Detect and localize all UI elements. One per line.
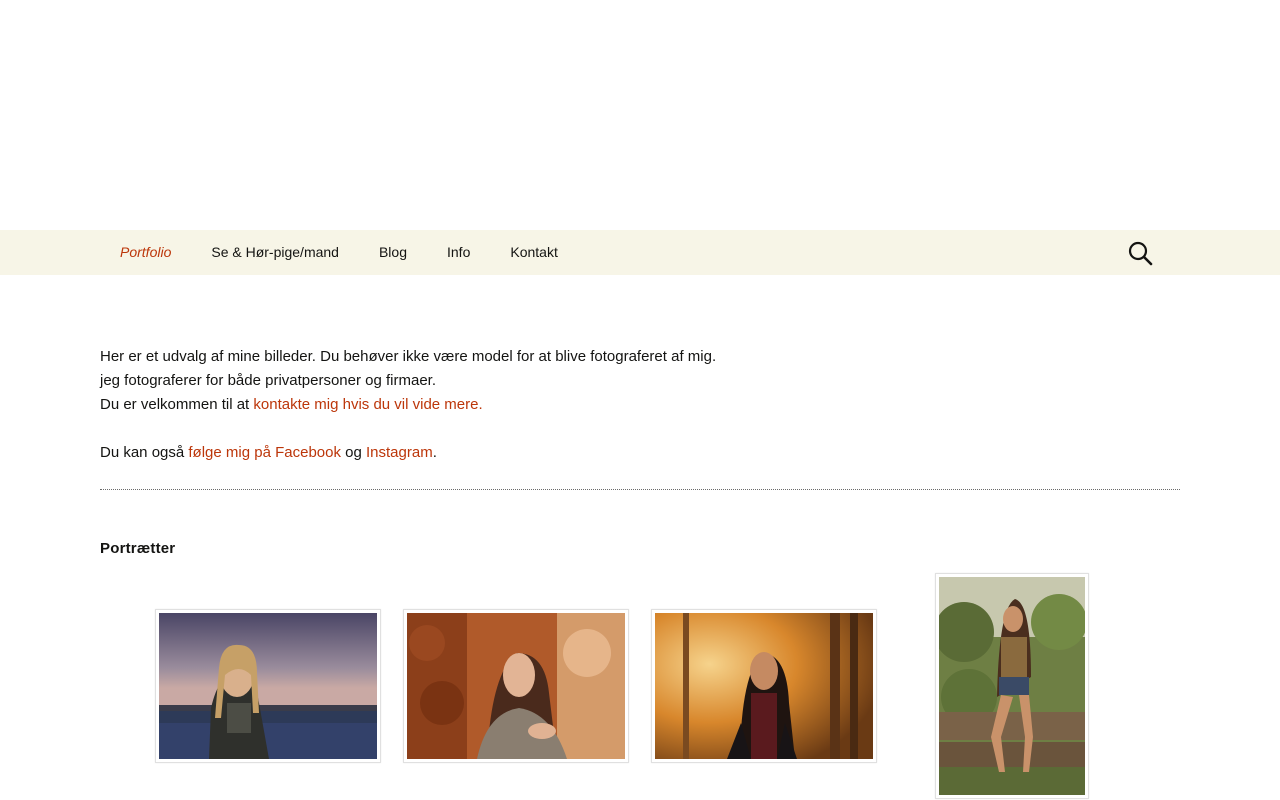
portrait-photo [939,577,1085,795]
search-icon [1128,241,1153,266]
page-content: Her er et udvalg af mine billeder. Du be… [100,345,1180,489]
portrait-photo [655,613,873,759]
intro-text: Her er et udvalg af mine billeder. Du be… [100,345,1180,465]
portrait-photo [407,613,625,759]
search-button[interactable] [1126,239,1154,267]
nav-item-portfolio[interactable]: Portfolio [100,230,191,275]
nav-item-blog[interactable]: Blog [359,230,427,275]
intro-line-3-prefix: Du er velkommen til at [100,396,254,413]
main-navigation: Portfolio Se & Hør-pige/mand Blog Info K… [0,230,1280,275]
follow-and: og [340,444,366,461]
nav-item-se-hoer[interactable]: Se & Hør-pige/mand [191,230,359,275]
nav-menu: Portfolio Se & Hør-pige/mand Blog Info K… [100,230,578,275]
follow-prefix: Du kan også [100,444,189,461]
nav-item-info[interactable]: Info [427,230,490,275]
gallery-title: Portrætter [100,540,176,557]
site-header [0,0,1280,230]
gallery-thumbnail[interactable] [935,573,1089,799]
follow-suffix: . [432,444,437,461]
follow-paragraph: Du kan også følge mig på Facebook og Ins… [100,441,1180,465]
gallery-thumbnail[interactable] [403,609,629,763]
portrait-photo [159,613,377,759]
nav-item-kontakt[interactable]: Kontakt [490,230,577,275]
intro-line-1: Her er et udvalg af mine billeder. Du be… [100,348,717,365]
intro-line-2: jeg fotograferer for både privatpersoner… [100,372,437,389]
gallery-thumbnail[interactable] [651,609,877,763]
dotted-divider [100,489,1180,490]
instagram-link[interactable]: Instagram [366,444,433,461]
contact-link[interactable]: kontakte mig hvis du vil vide mere. [253,396,482,413]
intro-paragraph: Her er et udvalg af mine billeder. Du be… [100,345,1180,417]
facebook-link[interactable]: følge mig på Facebook [188,444,341,461]
gallery-thumbnail[interactable] [155,609,381,763]
